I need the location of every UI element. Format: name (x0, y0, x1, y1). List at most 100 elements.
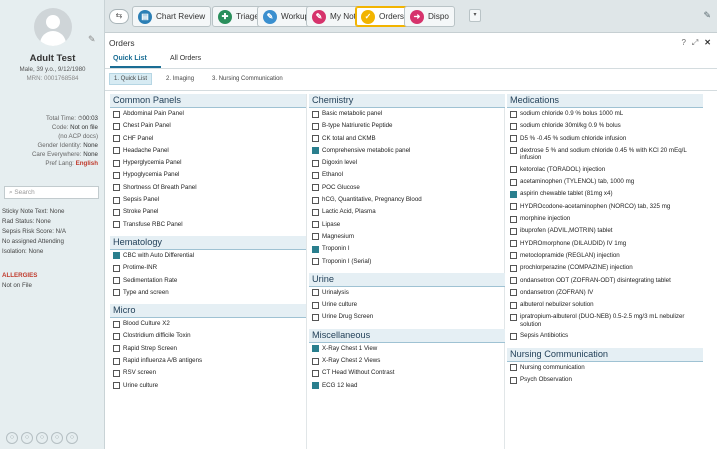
checkbox-checked[interactable] (312, 245, 319, 253)
order-item[interactable]: Type and screen (110, 289, 306, 301)
category-imaging[interactable]: 2. Imaging (162, 74, 198, 84)
order-item[interactable]: ondansetron (ZOFRAN) IV (507, 289, 703, 301)
category-quick-list[interactable]: 1. Quick List (109, 73, 153, 85)
checkbox[interactable] (312, 313, 319, 321)
order-item[interactable]: Psych Observation (507, 376, 703, 388)
order-item[interactable]: dextrose 5 % and sodium chloride 0.45 % … (507, 147, 703, 166)
order-item[interactable]: CHF Panel (110, 135, 306, 147)
tool-icon-2[interactable]: ○ (21, 432, 33, 444)
tool-icon-4[interactable]: ○ (51, 432, 63, 444)
pin-icon[interactable]: ✎ (703, 10, 711, 21)
order-item[interactable]: Troponin I (Serial) (309, 258, 505, 270)
order-item[interactable]: RSV screen (110, 369, 306, 381)
checkbox[interactable] (510, 277, 517, 285)
order-item[interactable]: Hypoglycemia Panel (110, 171, 306, 183)
checkbox[interactable] (312, 289, 319, 297)
checkbox[interactable] (510, 215, 517, 223)
checkbox[interactable] (510, 376, 517, 384)
order-item[interactable]: morphine injection (507, 215, 703, 227)
order-item[interactable]: sodium chloride 30ml/kg 0.9 % bolus (507, 122, 703, 134)
checkbox[interactable] (510, 110, 517, 118)
checkbox[interactable] (510, 313, 517, 321)
checkbox[interactable] (113, 332, 120, 340)
checkbox[interactable] (510, 203, 517, 211)
checkbox[interactable] (312, 122, 319, 130)
checkbox[interactable] (312, 221, 319, 229)
order-item[interactable]: ipratropium-albuterol (DUO-NEB) 0.5-2.5 … (507, 313, 703, 332)
order-item[interactable]: D5 % -0.45 % sodium chloride infusion (507, 135, 703, 147)
help-icon[interactable]: ? (681, 38, 685, 48)
checkbox[interactable] (510, 135, 517, 143)
order-item[interactable]: Urinalysis (309, 289, 505, 301)
order-item[interactable]: Chest Pain Panel (110, 122, 306, 134)
checkbox[interactable] (510, 264, 517, 272)
checkbox[interactable] (113, 171, 120, 179)
order-item[interactable]: Magnesium (309, 233, 505, 245)
order-item[interactable]: Blood Culture X2 (110, 320, 306, 332)
checkbox[interactable] (113, 208, 120, 216)
order-item[interactable]: Stroke Panel (110, 208, 306, 220)
checkbox[interactable] (113, 264, 120, 272)
tab-dispo[interactable]: ➜ Dispo (404, 6, 455, 27)
order-item[interactable]: Shortness Of Breath Panel (110, 184, 306, 196)
checkbox[interactable] (113, 147, 120, 155)
order-item[interactable]: acetaminophen (TYLENOL) tab, 1000 mg (507, 178, 703, 190)
order-item[interactable]: Headache Panel (110, 147, 306, 159)
checkbox[interactable] (312, 301, 319, 309)
checkbox[interactable] (113, 122, 120, 130)
checkbox[interactable] (113, 369, 120, 377)
tab-chart-review[interactable]: ▤ Chart Review (132, 6, 212, 27)
category-nursing-communication[interactable]: 3. Nursing Communication (208, 74, 287, 84)
checkbox[interactable] (113, 289, 120, 297)
order-item[interactable]: hCG, Quantitative, Pregnancy Blood (309, 196, 505, 208)
order-item[interactable]: sodium chloride 0.9 % bolus 1000 mL (507, 110, 703, 122)
order-item[interactable]: Basic metabolic panel (309, 110, 505, 122)
checkbox[interactable] (510, 122, 517, 130)
order-item[interactable]: Urine Drug Screen (309, 313, 505, 325)
checkbox[interactable] (113, 196, 120, 204)
search-input[interactable]: ⌕ Search (4, 186, 99, 199)
checkbox-checked[interactable] (312, 345, 319, 353)
order-item[interactable]: Lipase (309, 221, 505, 233)
checkbox-checked[interactable] (510, 190, 517, 198)
order-item[interactable]: ondansetron ODT (ZOFRAN-ODT) disintegrat… (507, 277, 703, 289)
order-item[interactable]: B-type Natriuretic Peptide (309, 122, 505, 134)
order-item[interactable]: Rapid Strep Screen (110, 345, 306, 357)
edit-icon[interactable]: ✎ (88, 34, 96, 45)
checkbox[interactable] (113, 159, 120, 167)
order-item[interactable]: X-Ray Chest 1 View (309, 345, 505, 357)
more-tabs-button[interactable]: ▾ (469, 9, 481, 22)
checkbox[interactable] (312, 110, 319, 118)
checkbox[interactable] (113, 382, 120, 390)
checkbox[interactable] (312, 184, 319, 192)
checkbox-checked[interactable] (113, 252, 120, 260)
checkbox[interactable] (113, 277, 120, 285)
order-item[interactable]: Abdominal Pain Panel (110, 110, 306, 122)
checkbox[interactable] (510, 332, 517, 340)
tab-orders[interactable]: ✓ Orders (355, 6, 411, 27)
checkbox[interactable] (510, 227, 517, 235)
checkbox[interactable] (510, 178, 517, 186)
tool-icon-5[interactable]: ○ (66, 432, 78, 444)
order-item[interactable]: HYDROmorphone (DILAUDID) IV 1mg (507, 240, 703, 252)
checkbox[interactable] (312, 135, 319, 143)
order-item[interactable]: aspirin chewable tablet (81mg x4) (507, 190, 703, 202)
checkbox[interactable] (113, 345, 120, 353)
checkbox[interactable] (312, 258, 319, 266)
order-item[interactable]: Nursing communication (507, 364, 703, 376)
checkbox[interactable] (510, 166, 517, 174)
order-item[interactable]: Sepsis Antibiotics (507, 332, 703, 344)
order-item[interactable]: Lactic Acid, Plasma (309, 208, 505, 220)
checkbox[interactable] (312, 159, 319, 167)
order-item[interactable]: Protime-INR (110, 264, 306, 276)
checkbox[interactable] (312, 208, 319, 216)
checkbox[interactable] (113, 135, 120, 143)
order-item[interactable]: Clostridium difficile Toxin (110, 332, 306, 344)
order-item[interactable]: Digoxin level (309, 159, 505, 171)
order-item[interactable]: CK total and CKMB (309, 135, 505, 147)
tool-icon-3[interactable]: ○ (36, 432, 48, 444)
order-item[interactable]: CT Head Without Contrast (309, 369, 505, 381)
checkbox[interactable] (312, 233, 319, 241)
checkbox[interactable] (113, 184, 120, 192)
order-item[interactable]: prochlorperazine (COMPAZINE) injection (507, 264, 703, 276)
